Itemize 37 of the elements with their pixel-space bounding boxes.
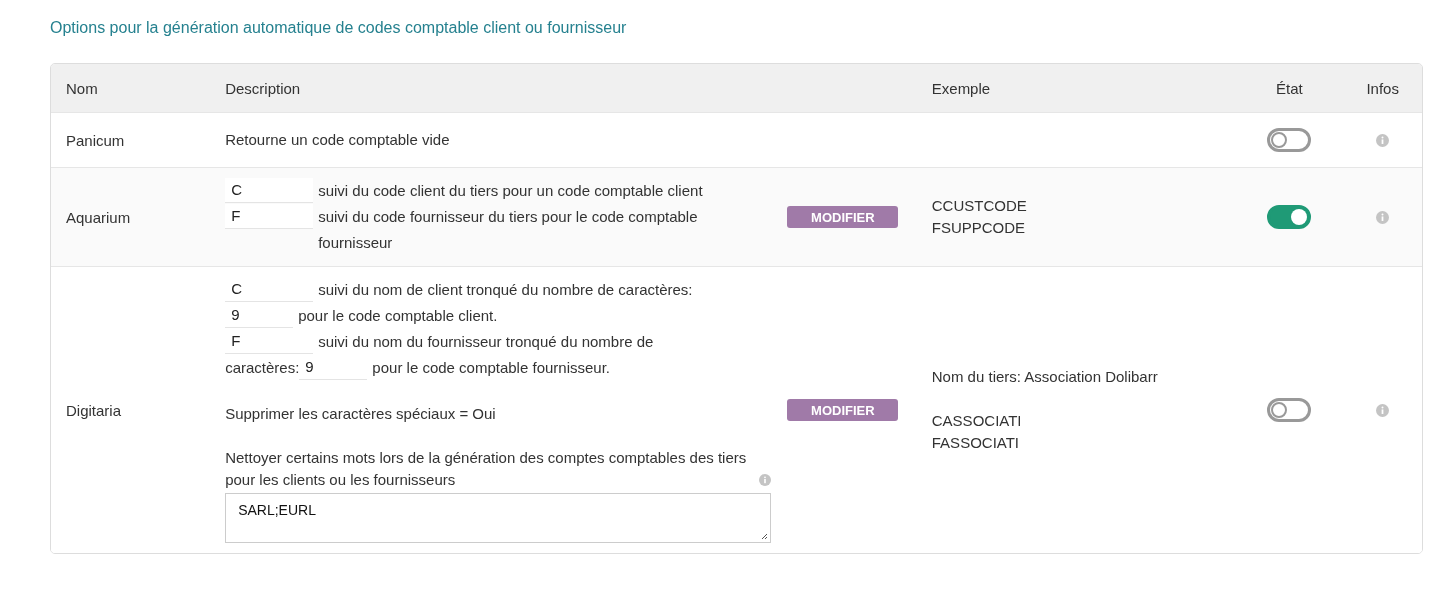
resize-handle-icon[interactable] xyxy=(760,532,769,540)
description-text: Supprimer les caractères spéciaux = Oui xyxy=(225,404,496,424)
module-name: Panicum xyxy=(66,131,125,149)
description-text: suivi du nom du fournisseur tronqué du nombre de xyxy=(318,332,654,352)
description-text: suivi du code fournisseur du tiers pour le code comptable fournisseur xyxy=(318,207,699,253)
info-icon[interactable] xyxy=(759,474,772,486)
toggle-switch[interactable] xyxy=(1267,398,1312,422)
example-text: FASSOCIATI xyxy=(931,433,1021,453)
toggle-switch[interactable] xyxy=(1267,205,1312,229)
column-header: État xyxy=(1276,79,1303,97)
text-area[interactable]: SARL;EURL xyxy=(225,493,772,543)
info-icon[interactable] xyxy=(1376,403,1390,417)
input-field[interactable]: F xyxy=(225,204,314,229)
example-text: Nom du tiers: Association Dolibarr xyxy=(931,367,1159,387)
input-field[interactable]: C xyxy=(225,178,314,203)
description-text: caractères: xyxy=(225,358,300,378)
description-text: pour le code comptable fournisseur. xyxy=(372,358,610,378)
toggle-switch[interactable] xyxy=(1267,128,1312,152)
description-text: suivi du nom de client tronqué du nombre de caractères: xyxy=(318,280,693,300)
column-header: Exemple xyxy=(931,79,991,97)
module-name: Aquarium xyxy=(66,208,131,226)
section-title: Options pour la génération automatique de codes comptable client ou fournisseur xyxy=(50,19,628,37)
info-icon[interactable] xyxy=(1376,210,1390,224)
description-text: suivi du code client du tiers pour un code comptable client xyxy=(318,181,703,201)
example-text: CCUSTCODE xyxy=(931,196,1028,216)
module-name: Digitaria xyxy=(66,401,122,419)
description-text: Retourne un code comptable vide xyxy=(225,130,450,150)
modify-button[interactable]: MODIFIER xyxy=(787,206,899,228)
column-header: Description xyxy=(225,79,301,97)
example-text: CASSOCIATI xyxy=(931,411,1023,431)
example-text: FSUPPCODE xyxy=(931,218,1027,238)
column-header: Nom xyxy=(66,79,98,97)
description-text: pour le code comptable client. xyxy=(298,306,498,326)
column-header: Infos xyxy=(1366,79,1399,97)
description-text: Nettoyer certains mots lors de la génération des comptes comptables des tiers pour les clients ou les fournisseurs xyxy=(225,448,748,490)
info-icon[interactable] xyxy=(1376,133,1390,147)
modify-button[interactable]: MODIFIER xyxy=(787,399,899,421)
